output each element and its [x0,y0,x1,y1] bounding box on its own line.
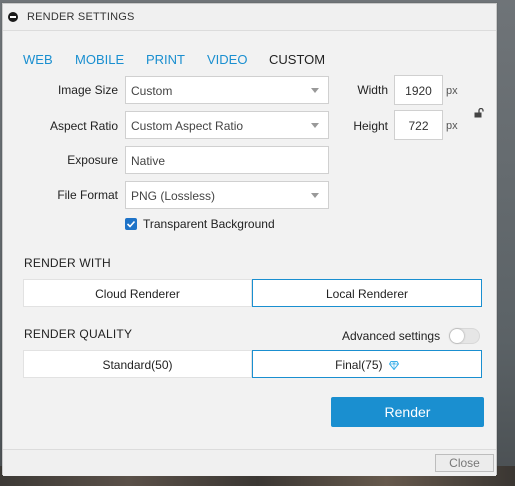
tab-video[interactable]: VIDEO [207,52,247,67]
image-size-value: Custom [131,84,173,98]
advanced-settings-toggle[interactable] [449,328,480,344]
render-quality-heading: RENDER QUALITY [24,327,133,341]
height-unit: px [446,120,458,132]
tab-mobile[interactable]: MOBILE [75,52,124,67]
advanced-settings-label: Advanced settings [342,329,441,343]
image-size-label: Image Size [57,83,118,97]
tab-print[interactable]: PRINT [146,52,185,67]
dialog-title: RENDER SETTINGS [27,11,135,23]
aspect-ratio-label: Aspect Ratio [49,119,118,133]
chevron-down-icon [311,123,319,128]
tab-custom[interactable]: CUSTOM [269,52,325,67]
render-button[interactable]: Render [331,397,484,427]
width-input[interactable]: 1920 [394,75,443,105]
width-label: Width [357,83,388,97]
quality-final-option[interactable]: Final(75) [252,350,482,378]
local-renderer-option[interactable]: Local Renderer [252,279,482,307]
exposure-value: Native [131,154,166,168]
toggle-knob [450,329,464,343]
chevron-down-icon [311,88,319,93]
render-settings-dialog: RENDER SETTINGS WEB MOBILE PRINT VIDEO C… [2,3,497,476]
quality-standard-option[interactable]: Standard(50) [23,350,252,378]
height-input[interactable]: 722 [394,110,443,140]
file-format-select[interactable]: PNG (Lossless) [125,181,329,209]
close-button[interactable]: Close [435,454,494,472]
dialog-footer [3,449,496,476]
aspect-ratio-value: Custom Aspect Ratio [131,119,244,133]
unlocked-padlock-icon[interactable] [474,105,484,118]
tab-web[interactable]: WEB [23,52,53,67]
width-unit: px [446,85,458,97]
cloud-renderer-option[interactable]: Cloud Renderer [23,279,252,307]
diamond-icon [388,361,399,371]
collapse-icon[interactable] [8,12,18,22]
chevron-down-icon [311,193,319,198]
transparent-background-label: Transparent Background [143,217,275,231]
file-format-value: PNG (Lossless) [131,189,216,203]
height-label: Height [353,119,388,133]
image-size-select[interactable]: Custom [125,76,329,104]
transparent-background-checkbox[interactable] [125,218,137,230]
title-bar[interactable]: RENDER SETTINGS [3,4,496,31]
render-with-heading: RENDER WITH [24,256,111,270]
checkmark-icon [126,220,136,228]
exposure-label: Exposure [67,153,118,167]
file-format-label: File Format [57,188,118,202]
exposure-select[interactable]: Native [125,146,329,174]
quality-final-label: Final(75) [335,358,383,372]
aspect-ratio-select[interactable]: Custom Aspect Ratio [125,111,329,139]
